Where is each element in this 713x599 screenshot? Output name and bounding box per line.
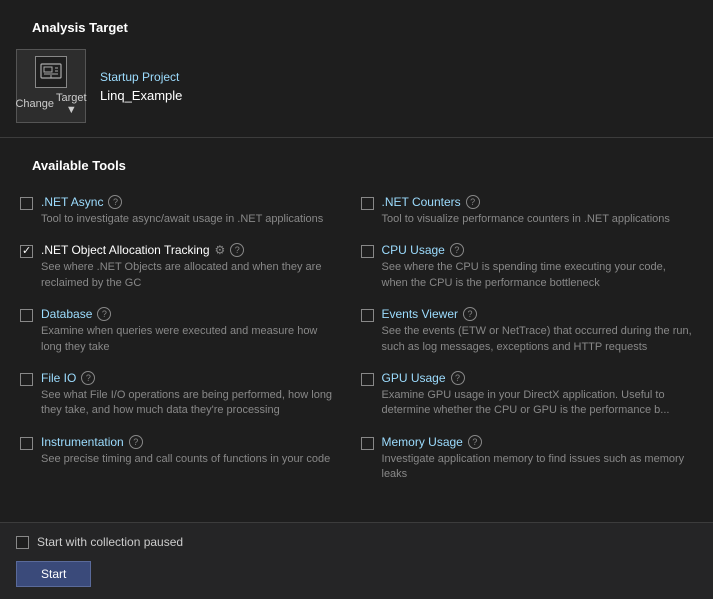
tool-desc-net-async: Tool to investigate async/await usage in… [41,212,337,227]
tool-checkbox-net-object-allocation[interactable] [20,245,33,258]
tool-desc-net-object-allocation: See where .NET Objects are allocated and… [41,260,337,291]
available-tools-title: Available Tools [16,148,697,179]
tools-column-left: .NET Async ? Tool to investigate async/a… [16,187,357,491]
info-icon-instrumentation[interactable]: ? [129,435,143,449]
tool-name-memory-usage: Memory Usage [382,435,463,449]
tool-checkbox-cpu-usage[interactable] [361,245,374,258]
info-icon-net-async[interactable]: ? [108,195,122,209]
tool-item-net-object-allocation: .NET Object Allocation Tracking ⚙ ? See … [16,235,357,299]
start-button[interactable]: Start [16,561,91,587]
tool-checkbox-net-counters[interactable] [361,197,374,210]
tool-name-file-io: File IO [41,371,76,385]
tools-grid: .NET Async ? Tool to investigate async/a… [16,187,697,491]
available-tools-section: Available Tools .NET Async ? Tool to inv… [0,138,713,501]
info-icon-cpu-usage[interactable]: ? [450,243,464,257]
tool-checkbox-database[interactable] [20,309,33,322]
info-icon-file-io[interactable]: ? [81,371,95,385]
analysis-target-title: Analysis Target [16,10,697,41]
target-type: Startup Project [100,70,182,84]
tool-item-database: Database ? Examine when queries were exe… [16,299,357,363]
tool-name-events-viewer: Events Viewer [382,307,458,321]
analysis-target-section: Analysis Target [0,0,713,137]
target-dropdown-label: Target ▼ [56,92,87,116]
info-icon-net-counters[interactable]: ? [466,195,480,209]
info-icon-net-object-allocation[interactable]: ? [230,243,244,257]
info-icon-database[interactable]: ? [97,307,111,321]
tool-checkbox-memory-usage[interactable] [361,437,374,450]
tool-name-cpu-usage: CPU Usage [382,243,445,257]
tool-item-gpu-usage: GPU Usage ? Examine GPU usage in your Di… [357,363,698,427]
tool-item-file-io: File IO ? See what File I/O operations a… [16,363,357,427]
collection-paused-checkbox[interactable] [16,536,29,549]
tool-desc-memory-usage: Investigate application memory to find i… [382,452,694,483]
tool-checkbox-instrumentation[interactable] [20,437,33,450]
tool-checkbox-file-io[interactable] [20,373,33,386]
tool-item-events-viewer: Events Viewer ? See the events (ETW or N… [357,299,698,363]
info-icon-events-viewer[interactable]: ? [463,307,477,321]
bottom-area: Start with collection paused Start [0,522,713,599]
tool-desc-file-io: See what File I/O operations are being p… [41,388,337,419]
target-info: Startup Project Linq_Example [100,70,182,103]
target-icon [35,56,67,88]
tool-item-net-counters: .NET Counters ? Tool to visualize perfor… [357,187,698,235]
tool-name-net-counters: .NET Counters [382,195,461,209]
tool-checkbox-net-async[interactable] [20,197,33,210]
change-target-button[interactable]: Change Target ▼ [16,49,86,123]
tool-name-gpu-usage: GPU Usage [382,371,446,385]
change-label: Change [15,98,54,110]
tool-name-net-async: .NET Async [41,195,103,209]
tool-desc-database: Examine when queries were executed and m… [41,324,337,355]
tool-name-net-object-allocation: .NET Object Allocation Tracking [41,243,210,257]
tool-checkbox-gpu-usage[interactable] [361,373,374,386]
info-icon-gpu-usage[interactable]: ? [451,371,465,385]
tool-desc-gpu-usage: Examine GPU usage in your DirectX applic… [382,388,694,419]
tool-name-database: Database [41,307,92,321]
tools-column-right: .NET Counters ? Tool to visualize perfor… [357,187,698,491]
tool-item-cpu-usage: CPU Usage ? See where the CPU is spendin… [357,235,698,299]
tool-name-instrumentation: Instrumentation [41,435,124,449]
tool-desc-events-viewer: See the events (ETW or NetTrace) that oc… [382,324,694,355]
gear-icon-net-object-allocation[interactable]: ⚙ [215,243,226,257]
tool-item-instrumentation: Instrumentation ? See precise timing and… [16,427,357,475]
collection-paused-row: Start with collection paused [16,535,697,549]
info-icon-memory-usage[interactable]: ? [468,435,482,449]
tool-checkbox-events-viewer[interactable] [361,309,374,322]
tool-desc-instrumentation: See precise timing and call counts of fu… [41,452,337,467]
target-name: Linq_Example [100,88,182,103]
tool-item-net-async: .NET Async ? Tool to investigate async/a… [16,187,357,235]
tool-desc-net-counters: Tool to visualize performance counters i… [382,212,694,227]
tool-desc-cpu-usage: See where the CPU is spending time execu… [382,260,694,291]
tool-item-memory-usage: Memory Usage ? Investigate application m… [357,427,698,491]
collection-paused-label: Start with collection paused [37,535,183,549]
